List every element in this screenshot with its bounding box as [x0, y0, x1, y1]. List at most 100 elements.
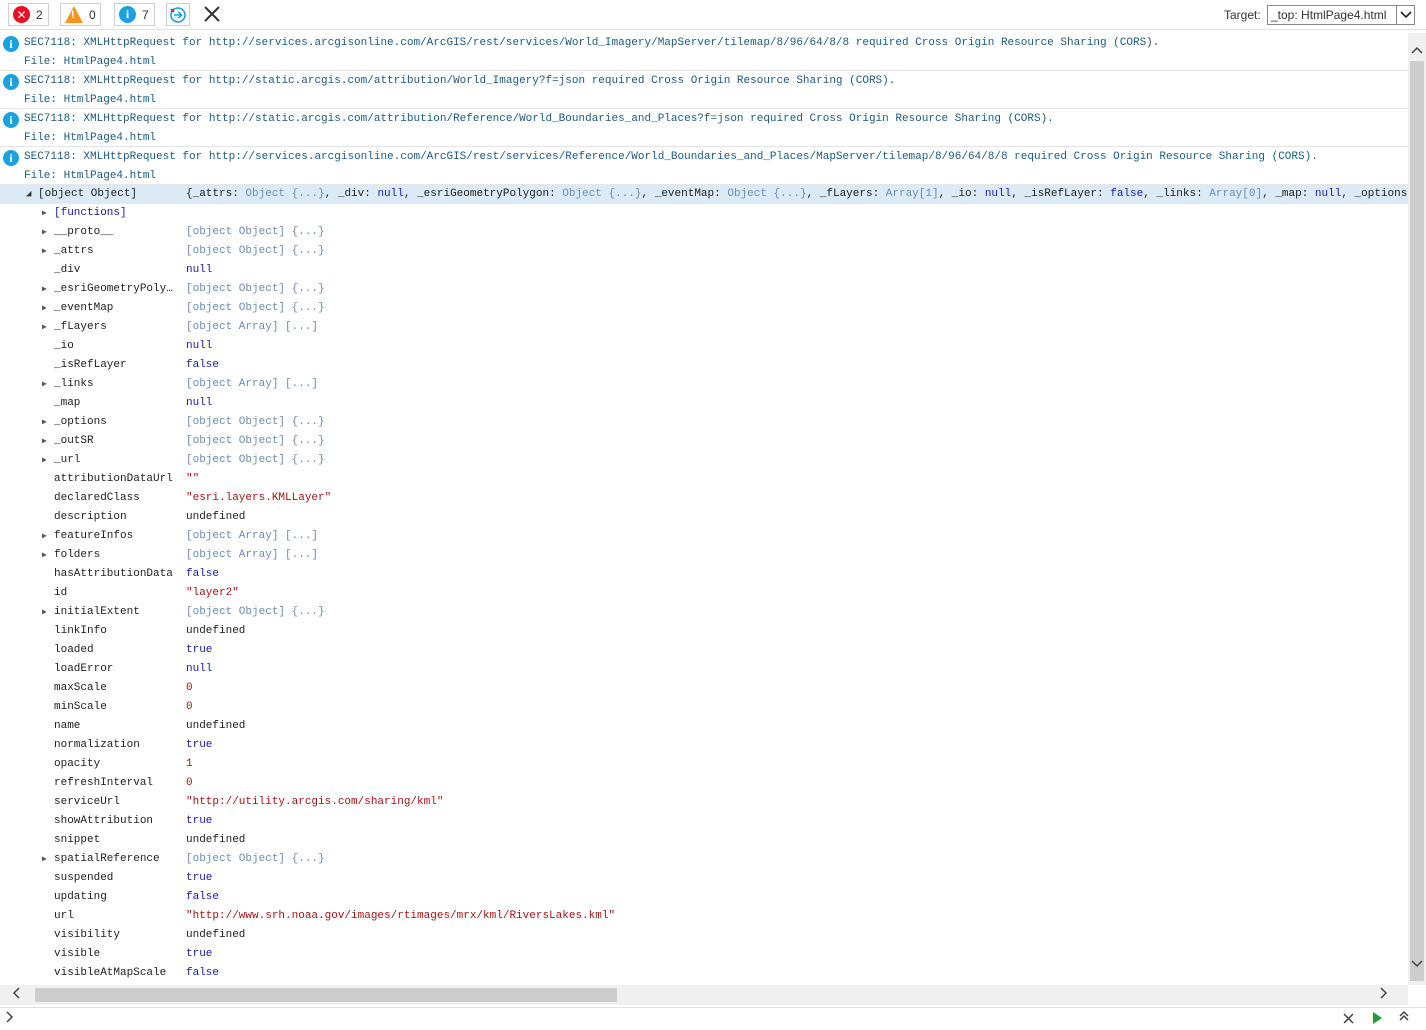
property-row[interactable]: ▶ _options [object Object] {...} [0, 413, 1408, 432]
property-row: normalization true [0, 736, 1408, 755]
expand-triangle-icon[interactable]: ▶ [42, 246, 47, 256]
property-row[interactable]: ▶ initialExtent [object Object] {...} [0, 603, 1408, 622]
property-value: null [186, 663, 213, 675]
message-text[interactable]: SEC7118: XMLHttpRequest for http://stati… [24, 75, 895, 87]
expand-triangle-icon[interactable]: ▶ [42, 531, 47, 541]
property-row: url "http://www.srh.noaa.gov/images/rtima… [0, 907, 1408, 926]
expand-triangle-icon[interactable]: ▶ [42, 607, 47, 617]
expand-triangle-icon[interactable]: ▶ [42, 284, 47, 294]
expand-triangle-icon[interactable]: ▶ [42, 303, 47, 313]
errors-filter-button[interactable]: ✕ 2 [8, 3, 49, 26]
property-row[interactable]: ▶ _esriGeometryPoly… [object Object] {...} [0, 280, 1408, 299]
property-name: url [54, 910, 74, 922]
expand-input-icon[interactable] [1399, 1010, 1409, 1025]
property-value: 0 [186, 682, 193, 694]
clear-console-button[interactable] [202, 4, 222, 24]
console-message[interactable]: i SEC7118: XMLHttpRequest for http://ser… [0, 33, 1408, 71]
scroll-left-icon[interactable] [12, 986, 20, 1002]
expand-triangle-icon[interactable]: ▶ [42, 550, 47, 560]
property-row: hasAttributionData false [0, 565, 1408, 584]
property-value: true [186, 948, 213, 960]
property-row[interactable]: ▶ _url [object Object] {...} [0, 451, 1408, 470]
expand-triangle-icon[interactable]: ▶ [42, 854, 47, 864]
clear-on-navigate-button[interactable] [166, 3, 190, 26]
expand-triangle-icon[interactable]: ▶ [42, 379, 47, 389]
console-message[interactable]: i SEC7118: XMLHttpRequest for http://ser… [0, 147, 1408, 185]
horizontal-scrollbar-thumb[interactable] [35, 988, 617, 1002]
property-row[interactable]: ▶ folders [object Array] [...] [0, 546, 1408, 565]
message-file-link[interactable]: File: HtmlPage4.html [24, 132, 156, 144]
property-name: visibleAtMapScale [54, 967, 167, 979]
message-file-link[interactable]: File: HtmlPage4.html [24, 94, 156, 106]
property-name: showAttribution [54, 815, 154, 827]
console-message[interactable]: i SEC7118: XMLHttpRequest for http://sta… [0, 71, 1408, 109]
property-value: "esri.layers.KMLLayer" [186, 492, 332, 504]
property-row: _isRefLayer false [0, 356, 1408, 375]
property-value: undefined [186, 720, 246, 732]
property-name: _map [54, 397, 81, 409]
property-row[interactable]: ▶ _links [object Array] [...] [0, 375, 1408, 394]
property-value: true [186, 739, 213, 751]
property-value: 0 [186, 777, 193, 789]
property-name: refreshInterval [54, 777, 154, 789]
vertical-scrollbar[interactable] [1408, 33, 1426, 985]
property-row: name undefined [0, 717, 1408, 736]
expand-triangle-icon[interactable]: ▶ [42, 417, 47, 427]
run-script-icon[interactable] [1373, 1012, 1382, 1024]
message-text[interactable]: SEC7118: XMLHttpRequest for http://servi… [24, 37, 1159, 49]
property-row[interactable]: ▶ [functions] [0, 204, 1408, 223]
property-value: [object Object] {...} [186, 853, 325, 865]
property-row[interactable]: ▶ spatialReference [object Object] {...} [0, 850, 1408, 869]
property-name: _eventMap [54, 302, 114, 314]
expand-triangle-icon[interactable]: ▶ [42, 227, 47, 237]
property-row[interactable]: ▶ _eventMap [object Object] {...} [0, 299, 1408, 318]
message-file-link[interactable]: File: HtmlPage4.html [24, 56, 156, 68]
message-text[interactable]: SEC7118: XMLHttpRequest for http://servi… [24, 151, 1318, 163]
chevron-down-icon[interactable] [1396, 6, 1414, 24]
property-value: undefined [186, 511, 246, 523]
expand-triangle-icon[interactable]: ▶ [42, 208, 47, 218]
message-text[interactable]: SEC7118: XMLHttpRequest for http://stati… [24, 113, 1054, 125]
warnings-count: 0 [89, 7, 96, 22]
object-properties-list: ▶ [functions] ▶ __proto__ [object Object] {.… [0, 204, 1408, 983]
expand-triangle-icon[interactable]: ▶ [42, 436, 47, 446]
property-name: _options [54, 416, 107, 428]
expand-triangle-icon[interactable]: ▶ [42, 322, 47, 332]
clear-on-navigate-icon [170, 6, 186, 23]
property-value: false [186, 568, 220, 580]
console-message[interactable]: i SEC7118: XMLHttpRequest for http://sta… [0, 109, 1408, 147]
property-row: minScale 0 [0, 698, 1408, 717]
property-name: opacity [54, 758, 101, 770]
horizontal-scrollbar[interactable] [0, 985, 1408, 1005]
property-row[interactable]: ▶ featureInfos [object Array] [...] [0, 527, 1408, 546]
object-tree-root[interactable]: ◢ [object Object] {_attrs: Object {...},… [0, 185, 1408, 204]
clear-input-icon[interactable] [1343, 1011, 1354, 1027]
property-name: folders [54, 549, 101, 561]
errors-count: 2 [36, 7, 43, 22]
property-name: loadError [54, 663, 114, 675]
property-row[interactable]: ▶ _attrs [object Object] {...} [0, 242, 1408, 261]
scroll-up-icon[interactable] [1411, 43, 1423, 57]
property-value: [object Object] {...} [186, 606, 325, 618]
warnings-filter-button[interactable]: ! 0 [60, 3, 101, 26]
property-row: _io null [0, 337, 1408, 356]
property-row[interactable]: ▶ __proto__ [object Object] {...} [0, 223, 1408, 242]
collapse-triangle-icon[interactable]: ◢ [26, 189, 31, 199]
property-name: _fLayers [54, 321, 107, 333]
property-row: opacity 1 [0, 755, 1408, 774]
property-name: _isRefLayer [54, 359, 127, 371]
message-file-link[interactable]: File: HtmlPage4.html [24, 170, 156, 182]
messages-filter-button[interactable]: i 7 [114, 3, 155, 26]
property-row: maxScale 0 [0, 679, 1408, 698]
scroll-down-icon[interactable] [1411, 957, 1423, 971]
property-name: loaded [54, 644, 94, 656]
scroll-right-icon[interactable] [1380, 986, 1388, 1002]
property-row[interactable]: ▶ _outSR [object Object] {...} [0, 432, 1408, 451]
vertical-scrollbar-thumb[interactable] [1410, 61, 1424, 981]
console-input-bar[interactable] [0, 1007, 1426, 1030]
target-select[interactable]: _top: HtmlPage4.html [1267, 5, 1415, 25]
property-row[interactable]: ▶ _fLayers [object Array] [...] [0, 318, 1408, 337]
expand-triangle-icon[interactable]: ▶ [42, 455, 47, 465]
property-row: _div null [0, 261, 1408, 280]
property-value: [object Array] [...] [186, 378, 319, 390]
